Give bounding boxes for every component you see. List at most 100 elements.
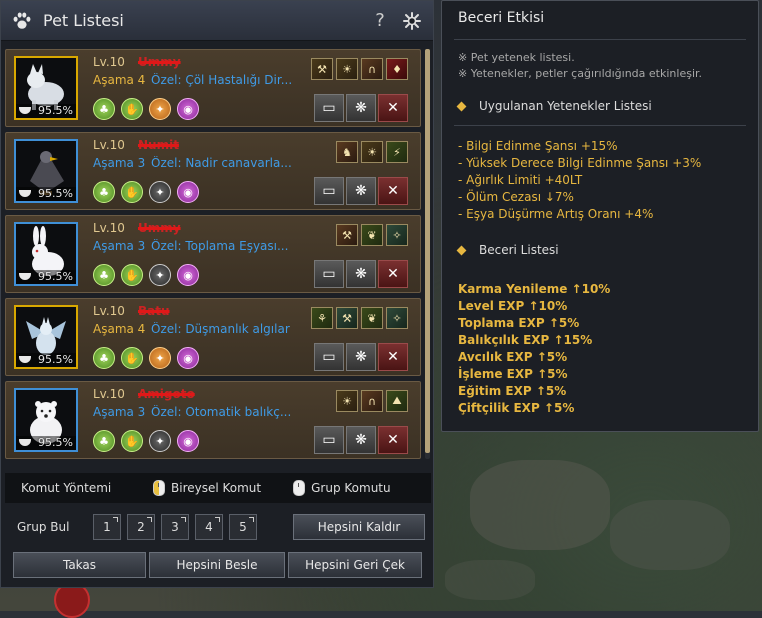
compass-skill-icon[interactable]: ✧ [386,224,408,246]
hand-talent-icon[interactable]: ✋ [121,347,143,369]
compass-talent-icon[interactable]: ✦ [149,181,171,203]
pet-portrait[interactable]: 95.5% [14,388,78,452]
summon-button[interactable]: ❋ [346,426,376,454]
pickaxe-skill-icon[interactable]: ⚒ [336,307,358,329]
feed-all-button[interactable]: Hepsini Besle [149,552,285,578]
compass-skill-icon[interactable]: ✧ [386,307,408,329]
recall-button[interactable]: ✕ [378,177,408,205]
pet-card[interactable]: 95.5% Lv.10 Ummy Aşama 3 Özel: Toplama E… [5,215,421,293]
pet-list[interactable]: 95.5% Lv.10 Ummy Aşama 4 Özel: Çöl Hasta… [5,49,421,464]
scarab-skill-icon[interactable]: ☀ [361,141,383,163]
sack-talent-icon[interactable]: ◉ [177,181,199,203]
pet-portrait[interactable]: 95.5% [14,222,78,286]
wing-skill-icon[interactable]: ❦ [361,224,383,246]
wheat-skill-icon[interactable]: ⚘ [311,307,333,329]
cat-talent-icon[interactable]: ♣ [93,430,115,452]
pet-portrait[interactable]: 95.5% [14,139,78,203]
feed-button[interactable]: ▭ [314,343,344,371]
applied-skills-list: - Bilgi Edinme Şansı +15% - Yüksek Derec… [458,138,701,223]
pet-card[interactable]: 95.5% Lv.10 Numit Aşama 3 Özel: Nadir ca… [5,132,421,210]
help-button[interactable]: ? [369,10,391,32]
hand-talent-icon[interactable]: ✋ [121,98,143,120]
pet-card[interactable]: 95.5% Lv.10 Ummy Aşama 4 Özel: Çöl Hasta… [5,49,421,127]
feed-button[interactable]: ▭ [314,426,344,454]
hunger-meter: 95.5% [16,104,76,118]
compass-talent-icon[interactable]: ✦ [149,98,171,120]
compass-talent-icon[interactable]: ✦ [149,264,171,286]
sack-talent-icon[interactable]: ◉ [177,347,199,369]
horseshoe-skill-icon[interactable]: ∩ [361,390,383,412]
potion-skill-icon[interactable]: ♦ [386,58,408,80]
scarab-skill-icon[interactable]: ☀ [336,58,358,80]
horse-skill-icon[interactable]: ♞ [336,141,358,163]
sack-talent-icon[interactable]: ◉ [177,264,199,286]
hunger-value: 95.5% [38,436,73,449]
feed-button[interactable]: ▭ [314,177,344,205]
compass-talent-icon[interactable]: ✦ [149,430,171,452]
compass-talent-icon[interactable]: ✦ [149,347,171,369]
mouse-left-icon [153,480,165,496]
wing-skill-icon[interactable]: ❦ [361,307,383,329]
recall-button[interactable]: ✕ [378,94,408,122]
hand-talent-icon[interactable]: ✋ [121,264,143,286]
cat-talent-icon[interactable]: ♣ [93,98,115,120]
hand-talent-icon[interactable]: ✋ [121,181,143,203]
skill-item: Balıkçılık EXP ↑15% [458,333,593,347]
pet-portrait[interactable]: 95.5% [14,305,78,369]
divider [454,125,746,126]
pet-portrait[interactable]: 95.5% [14,56,78,120]
skill-item: Toplama EXP ↑5% [458,316,580,330]
feed-button[interactable]: ▭ [314,94,344,122]
feed-button[interactable]: ▭ [314,260,344,288]
group-slot-5[interactable]: 5 [229,514,257,540]
pet-skills: ⚒ ❦ ✧ [336,224,408,246]
pet-stage: Aşama 3 [93,405,146,419]
cat-talent-icon[interactable]: ♣ [93,181,115,203]
skill-item: Eğitim EXP ↑5% [458,384,567,398]
release-all-button[interactable]: Hepsini Kaldır [293,514,425,540]
hand-talent-icon[interactable]: ✋ [121,430,143,452]
sack-talent-icon[interactable]: ◉ [177,430,199,452]
recall-button[interactable]: ✕ [378,260,408,288]
pet-actions: ▭ ❋ ✕ [314,343,408,371]
scrollbar-thumb[interactable] [425,49,430,453]
summon-button[interactable]: ❋ [346,343,376,371]
pet-talents: ♣ ✋ ✦ ◉ [93,181,199,203]
group-slot-3[interactable]: 3 [161,514,189,540]
recall-all-button[interactable]: Hepsini Geri Çek [288,552,422,578]
settings-button[interactable] [401,10,423,32]
window-header[interactable]: Pet Listesi ? [1,1,433,41]
bottom-actions: Takas Hepsini Besle Hepsini Geri Çek [13,552,423,578]
group-slot-1[interactable]: 1 [93,514,121,540]
cat-talent-icon[interactable]: ♣ [93,347,115,369]
applied-skill-item: - Ağırlık Limiti +40LT [458,173,583,187]
horseshoe-skill-icon[interactable]: ∩ [361,58,383,80]
recall-button[interactable]: ✕ [378,343,408,371]
summon-button[interactable]: ❋ [346,94,376,122]
group-command-option[interactable]: Grup Komutu [293,480,391,496]
summon-button[interactable]: ❋ [346,260,376,288]
pickaxe-skill-icon[interactable]: ⚒ [311,58,333,80]
bowl-icon [19,356,31,363]
recall-button[interactable]: ✕ [378,426,408,454]
trade-button[interactable]: Takas [13,552,146,578]
pet-actions: ▭ ❋ ✕ [314,260,408,288]
scarab-skill-icon[interactable]: ☀ [336,390,358,412]
climber-skill-icon[interactable]: ⛰ [386,390,408,412]
skill-list-title: Beceri Listesi [479,243,559,257]
hammer-skill-icon[interactable]: ⚒ [336,224,358,246]
group-slot-2[interactable]: 2 [127,514,155,540]
cat-talent-icon[interactable]: ♣ [93,264,115,286]
skill-item: Çiftçilik EXP ↑5% [458,401,575,415]
sack-talent-icon[interactable]: ◉ [177,98,199,120]
pet-stage: Aşama 3 [93,156,146,170]
hunger-value: 95.5% [38,270,73,283]
pet-card[interactable]: 95.5% Lv.10 Amigoto Aşama 3 Özel: Otomat… [5,381,421,459]
summon-button[interactable]: ❋ [346,177,376,205]
individual-command-option[interactable]: Bireysel Komut [153,480,261,496]
pet-card[interactable]: 95.5% Lv.10 Batu Aşama 4 Özel: Düşmanlık… [5,298,421,376]
scrollbar[interactable] [425,49,430,459]
group-slot-4[interactable]: 4 [195,514,223,540]
lightning-skill-icon[interactable]: ⚡ [386,141,408,163]
pet-talents: ♣ ✋ ✦ ◉ [93,430,199,452]
